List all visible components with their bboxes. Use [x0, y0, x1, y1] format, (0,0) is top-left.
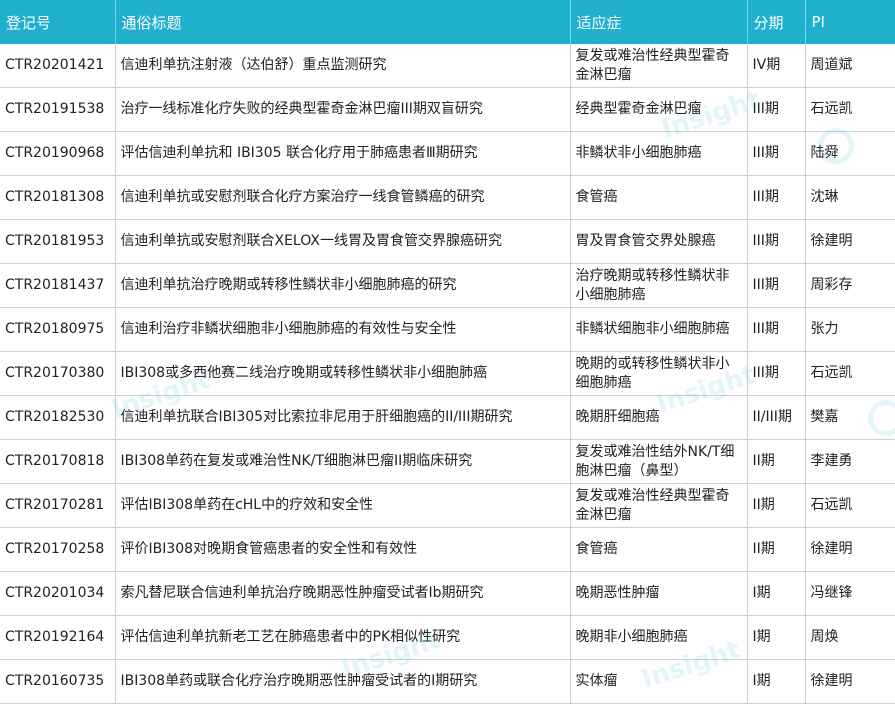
table-row: CTR20181308 信迪利单抗或安慰剂联合化疗方案治疗一线食管鳞癌的研究 食管癌… — [0, 175, 895, 220]
cell-indication: 治疗晚期或转移性鳞状非小细胞肺癌 — [570, 263, 748, 308]
cell-pi: 沈琳 — [805, 175, 895, 220]
table-header: 登记号 通俗标题 适应症 分期 PI — [0, 0, 895, 44]
cell-phase: III期 — [747, 131, 806, 176]
cell-pi: 石远凯 — [805, 351, 895, 396]
cell-common-title: 评估IBI308单药在cHL中的疗效和安全性 — [115, 483, 571, 528]
cell-indication: 晚期恶性肿瘤 — [570, 571, 748, 616]
table-row: CTR20170258 评价IBI308对晚期食管癌患者的安全性和有效性 食管癌 II… — [0, 527, 895, 572]
cell-registration-number: CTR20201034 — [0, 571, 116, 616]
cell-pi: 徐建明 — [805, 219, 895, 264]
table-row: CTR20182530 信迪利单抗联合IBI305对比索拉非尼用于肝细胞癌的II/… — [0, 395, 895, 440]
cell-pi: 陆舜 — [805, 131, 895, 176]
header-indication: 适应症 — [570, 0, 748, 44]
cell-registration-number: CTR20170281 — [0, 483, 116, 528]
cell-registration-number: CTR20182530 — [0, 395, 116, 440]
cell-phase: III期 — [747, 219, 806, 264]
cell-pi: 徐建明 — [805, 659, 895, 704]
trials-table: 登记号 通俗标题 适应症 分期 PI CTR20201421 信迪利单抗注射液（达… — [0, 0, 895, 704]
cell-phase: III期 — [747, 87, 806, 132]
cell-phase: III期 — [747, 175, 806, 220]
cell-phase: IV期 — [747, 44, 806, 88]
cell-registration-number: CTR20181953 — [0, 219, 116, 264]
header-registration-number: 登记号 — [0, 0, 116, 44]
cell-indication: 晚期的或转移性鳞状非小细胞肺癌 — [570, 351, 748, 396]
cell-phase: II/III期 — [747, 395, 806, 440]
cell-pi: 石远凯 — [805, 87, 895, 132]
table-row: CTR20181437 信迪利单抗治疗晚期或转移性鳞状非小细胞肺癌的研究 治疗晚期或… — [0, 263, 895, 308]
cell-indication: 食管癌 — [570, 175, 748, 220]
cell-registration-number: CTR20201421 — [0, 44, 116, 88]
cell-indication: 经典型霍奇金淋巴瘤 — [570, 87, 748, 132]
cell-pi: 徐建明 — [805, 527, 895, 572]
cell-phase: I期 — [747, 571, 806, 616]
cell-pi: 石远凯 — [805, 483, 895, 528]
cell-registration-number: CTR20180975 — [0, 307, 116, 352]
cell-indication: 晚期非小细胞肺癌 — [570, 615, 748, 660]
cell-phase: I期 — [747, 615, 806, 660]
cell-common-title: 评价IBI308对晚期食管癌患者的安全性和有效性 — [115, 527, 571, 572]
cell-indication: 复发或难治性结外NK/T细胞淋巴瘤（鼻型） — [570, 439, 748, 484]
table-row: CTR20190968 评估信迪利单抗和 IBI305 联合化疗用于肺癌患者Ⅲ期研… — [0, 131, 895, 176]
cell-pi: 张力 — [805, 307, 895, 352]
table-row: CTR20201034 索凡替尼联合信迪利单抗治疗晚期恶性肿瘤受试者Ib期研究 晚期… — [0, 571, 895, 616]
cell-phase: II期 — [747, 483, 806, 528]
table-body: CTR20201421 信迪利单抗注射液（达伯舒）重点监测研究 复发或难治性经典型霍… — [0, 44, 895, 704]
cell-phase: III期 — [747, 307, 806, 352]
header-row: 登记号 通俗标题 适应症 分期 PI — [0, 0, 895, 44]
cell-registration-number: CTR20191538 — [0, 87, 116, 132]
table-row: CTR20170380 IBI308或多西他赛二线治疗晚期或转移性鳞状非小细胞肺癌… — [0, 351, 895, 396]
cell-phase: III期 — [747, 351, 806, 396]
table-row: CTR20192164 评估信迪利单抗新老工艺在肺癌患者中的PK相似性研究 晚期非小… — [0, 615, 895, 660]
cell-indication: 非鳞状细胞非小细胞肺癌 — [570, 307, 748, 352]
cell-common-title: 信迪利治疗非鳞状细胞非小细胞肺癌的有效性与安全性 — [115, 307, 571, 352]
table-row: CTR20180975 信迪利治疗非鳞状细胞非小细胞肺癌的有效性与安全性 非鳞状细胞… — [0, 307, 895, 352]
table-row: CTR20201421 信迪利单抗注射液（达伯舒）重点监测研究 复发或难治性经典型霍… — [0, 44, 895, 88]
cell-pi: 周彩存 — [805, 263, 895, 308]
cell-common-title: 信迪利单抗联合IBI305对比索拉非尼用于肝细胞癌的II/III期研究 — [115, 395, 571, 440]
cell-registration-number: CTR20170818 — [0, 439, 116, 484]
cell-indication: 胃及胃食管交界处腺癌 — [570, 219, 748, 264]
cell-common-title: 评估信迪利单抗新老工艺在肺癌患者中的PK相似性研究 — [115, 615, 571, 660]
cell-indication: 实体瘤 — [570, 659, 748, 704]
cell-registration-number: CTR20160735 — [0, 659, 116, 704]
cell-pi: 周道斌 — [805, 44, 895, 88]
cell-pi: 周焕 — [805, 615, 895, 660]
cell-registration-number: CTR20190968 — [0, 131, 116, 176]
cell-common-title: 信迪利单抗治疗晚期或转移性鳞状非小细胞肺癌的研究 — [115, 263, 571, 308]
cell-common-title: IBI308单药在复发或难治性NK/T细胞淋巴瘤II期临床研究 — [115, 439, 571, 484]
cell-common-title: 索凡替尼联合信迪利单抗治疗晚期恶性肿瘤受试者Ib期研究 — [115, 571, 571, 616]
cell-common-title: 信迪利单抗或安慰剂联合化疗方案治疗一线食管鳞癌的研究 — [115, 175, 571, 220]
cell-pi: 李建勇 — [805, 439, 895, 484]
header-common-title: 通俗标题 — [115, 0, 571, 44]
cell-phase: I期 — [747, 659, 806, 704]
header-pi: PI — [805, 0, 895, 44]
cell-registration-number: CTR20170258 — [0, 527, 116, 572]
table-row: CTR20170281 评估IBI308单药在cHL中的疗效和安全性 复发或难治性经… — [0, 483, 895, 528]
cell-common-title: IBI308或多西他赛二线治疗晚期或转移性鳞状非小细胞肺癌 — [115, 351, 571, 396]
cell-phase: II期 — [747, 439, 806, 484]
cell-phase: III期 — [747, 263, 806, 308]
cell-indication: 复发或难治性经典型霍奇金淋巴瘤 — [570, 44, 748, 88]
cell-registration-number: CTR20192164 — [0, 615, 116, 660]
cell-registration-number: CTR20181437 — [0, 263, 116, 308]
cell-registration-number: CTR20181308 — [0, 175, 116, 220]
cell-registration-number: CTR20170380 — [0, 351, 116, 396]
cell-common-title: IBI308单药或联合化疗治疗晚期恶性肿瘤受试者的I期研究 — [115, 659, 571, 704]
cell-pi: 樊嘉 — [805, 395, 895, 440]
cell-common-title: 信迪利单抗注射液（达伯舒）重点监测研究 — [115, 44, 571, 88]
cell-common-title: 信迪利单抗或安慰剂联合XELOX一线胃及胃食管交界腺癌研究 — [115, 219, 571, 264]
table-row: CTR20160735 IBI308单药或联合化疗治疗晚期恶性肿瘤受试者的I期研究… — [0, 659, 895, 704]
cell-common-title: 评估信迪利单抗和 IBI305 联合化疗用于肺癌患者Ⅲ期研究 — [115, 131, 571, 176]
cell-indication: 非鳞状非小细胞肺癌 — [570, 131, 748, 176]
table-row: CTR20191538 治疗一线标准化疗失败的经典型霍奇金淋巴瘤III期双盲研究经… — [0, 87, 895, 132]
table-row: CTR20181953 信迪利单抗或安慰剂联合XELOX一线胃及胃食管交界腺癌研究… — [0, 219, 895, 264]
header-phase: 分期 — [747, 0, 806, 44]
table-row: CTR20170818 IBI308单药在复发或难治性NK/T细胞淋巴瘤II期临床… — [0, 439, 895, 484]
cell-pi: 冯继锋 — [805, 571, 895, 616]
cell-indication: 晚期肝细胞癌 — [570, 395, 748, 440]
cell-indication: 复发或难治性经典型霍奇金淋巴瘤 — [570, 483, 748, 528]
cell-indication: 食管癌 — [570, 527, 748, 572]
cell-phase: II期 — [747, 527, 806, 572]
cell-common-title: 治疗一线标准化疗失败的经典型霍奇金淋巴瘤III期双盲研究 — [115, 87, 571, 132]
